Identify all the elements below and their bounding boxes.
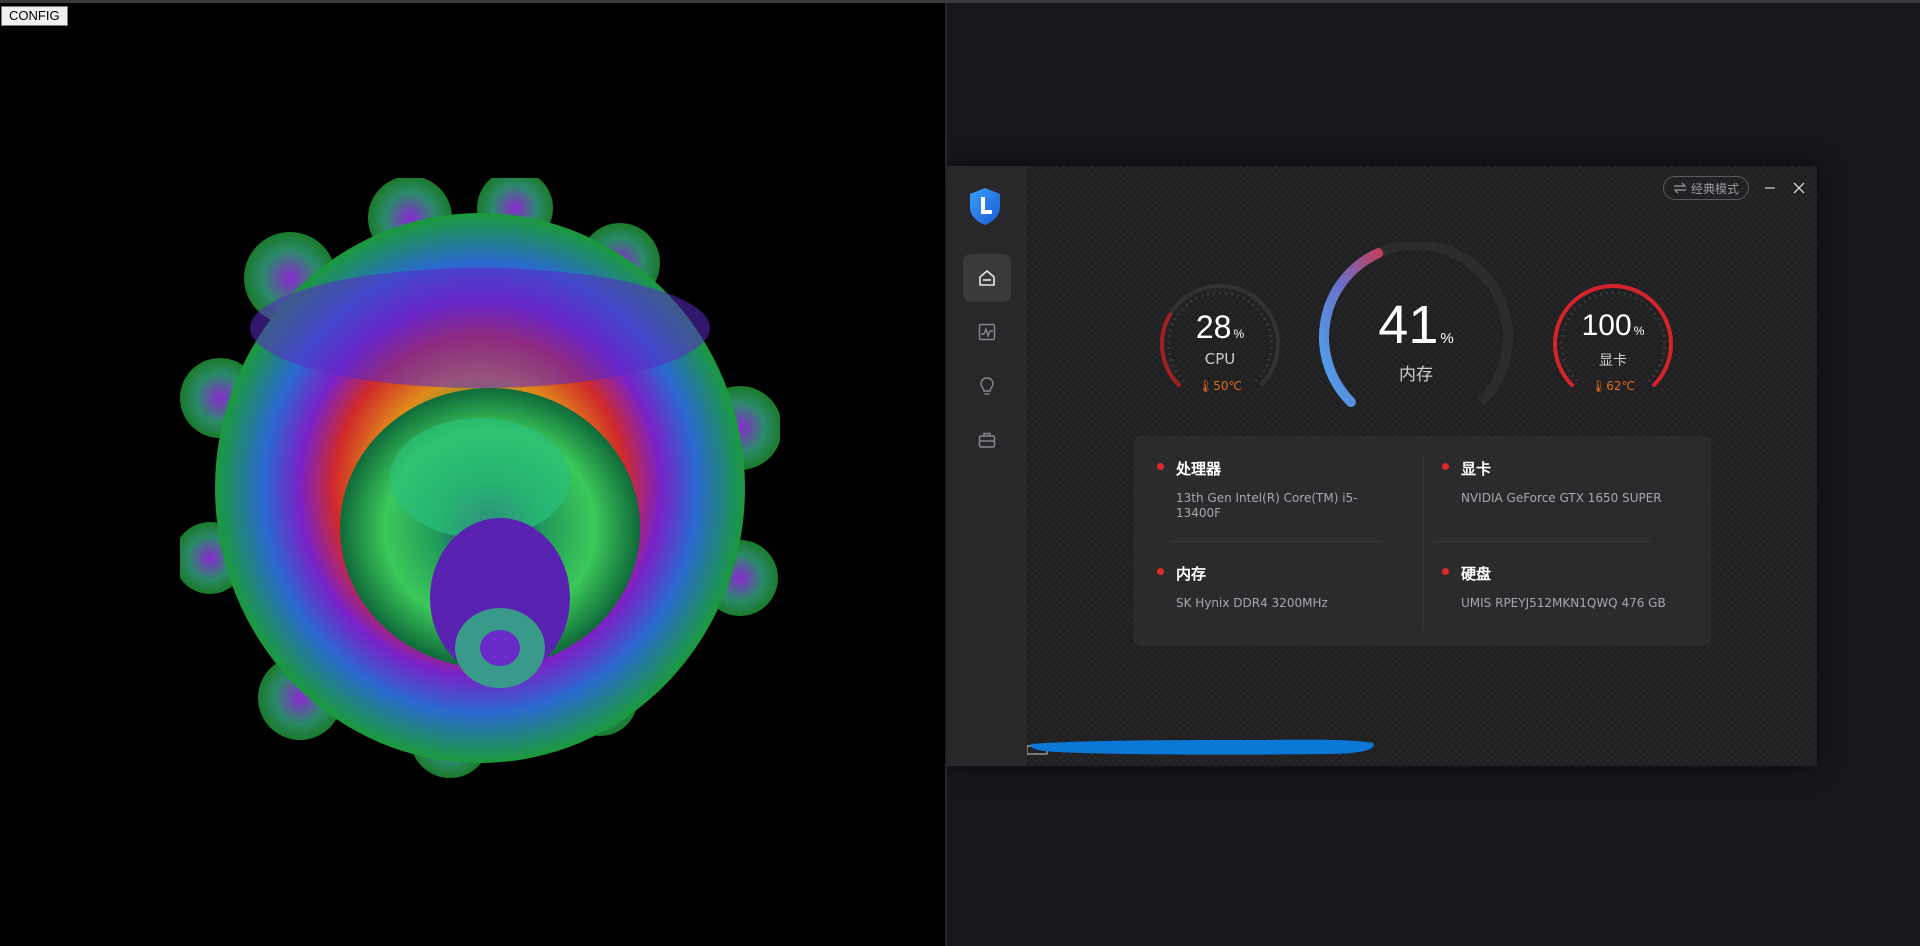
classic-mode-label: 经典模式 xyxy=(1690,181,1739,196)
thermometer-icon: 🌡︎ xyxy=(1198,379,1214,393)
processor-title: 处理器 xyxy=(1157,458,1417,479)
row-divider-left xyxy=(1171,541,1381,542)
processor-info: 处理器 13th Gen Intel(R) Core(TM) i5-13400F xyxy=(1157,458,1417,521)
home-icon xyxy=(979,270,995,286)
memory-usage-number: 41 xyxy=(1378,295,1439,355)
graphics-title: 显卡 xyxy=(1442,458,1702,479)
row-divider-right xyxy=(1433,541,1651,542)
nav-home[interactable] xyxy=(963,254,1011,302)
cpu-temperature: 🌡︎50℃ xyxy=(1146,379,1294,393)
memory-info: 内存 SK Hynix DDR4 3200MHz xyxy=(1157,563,1417,611)
gpu-temperature: 🌡︎62℃ xyxy=(1539,379,1687,393)
memory-usage-unit: % xyxy=(1440,330,1454,347)
graphics-title-text: 显卡 xyxy=(1461,460,1492,478)
memory-usage-value: 41% xyxy=(1311,294,1521,356)
cpu-usage-value: 28% xyxy=(1146,309,1294,346)
memory-value: SK Hynix DDR4 3200MHz xyxy=(1176,596,1328,610)
lightbulb-icon xyxy=(980,377,994,395)
close-icon xyxy=(1793,182,1805,194)
memory-gauge: 41% 内存 xyxy=(1311,242,1521,422)
graphics-value: NVIDIA GeForce GTX 1650 SUPER xyxy=(1461,491,1662,505)
hardware-info-panel: 处理器 13th Gen Intel(R) Core(TM) i5-13400F… xyxy=(1133,436,1711,646)
cpu-usage-unit: % xyxy=(1233,327,1245,341)
hardware-monitor-window: 经典模式 28% CPU 🌡︎50℃ 41 % 内存 100 % 显卡 🌡︎62… xyxy=(947,166,1817,766)
activity-chart-icon xyxy=(978,323,996,341)
memory-label: 内存 xyxy=(1399,365,1433,385)
fractal-image xyxy=(180,178,780,778)
status-dot xyxy=(1442,568,1449,575)
close-button[interactable] xyxy=(1787,176,1811,200)
processor-value: 13th Gen Intel(R) Core(TM) i5-13400F xyxy=(1176,491,1358,520)
disk-title: 硬盘 xyxy=(1442,563,1702,584)
minimize-icon xyxy=(1765,187,1775,189)
redaction-mark xyxy=(1027,739,1374,755)
status-dot xyxy=(1157,568,1164,575)
gpu-usage-unit: % xyxy=(1633,324,1645,338)
disk-title-text: 硬盘 xyxy=(1461,565,1492,583)
gpu-temperature-value: 62℃ xyxy=(1606,379,1635,393)
graphics-info: 显卡 NVIDIA GeForce GTX 1650 SUPER xyxy=(1442,458,1702,506)
disk-info: 硬盘 UMIS RPEYJ512MKN1QWQ 476 GB xyxy=(1442,563,1702,611)
cpu-gauge: 28% CPU 🌡︎50℃ xyxy=(1146,276,1294,396)
nav-lighting[interactable] xyxy=(963,362,1011,410)
memory-title: 内存 xyxy=(1157,563,1417,584)
gpu-usage-value: 100% xyxy=(1539,309,1687,343)
thermometer-icon: 🌡︎ xyxy=(1591,379,1607,393)
fractal-render-pane[interactable]: CONFIG xyxy=(0,3,945,946)
toolbox-icon xyxy=(978,432,996,448)
nav-toolbox[interactable] xyxy=(963,416,1011,464)
processor-title-text: 处理器 xyxy=(1176,460,1222,478)
gpu-gauge: 100% 显卡 🌡︎62℃ xyxy=(1539,276,1687,396)
status-dot xyxy=(1157,463,1164,470)
disk-value: UMIS RPEYJ512MKN1QWQ 476 GB xyxy=(1461,596,1666,610)
cpu-usage-number: 28 xyxy=(1195,309,1232,345)
sidebar xyxy=(947,166,1027,766)
memory-title-text: 内存 xyxy=(1176,565,1207,583)
minimize-button[interactable] xyxy=(1758,176,1782,200)
swap-icon xyxy=(1673,182,1687,194)
classic-mode-button[interactable]: 经典模式 xyxy=(1663,176,1749,200)
column-divider xyxy=(1423,456,1424,628)
status-dot xyxy=(1442,463,1449,470)
gpu-usage-number: 100 xyxy=(1581,309,1632,342)
cpu-label: CPU xyxy=(1204,350,1236,368)
gpu-label: 显卡 xyxy=(1599,353,1627,369)
nav-monitor[interactable] xyxy=(963,308,1011,356)
cpu-temperature-value: 50℃ xyxy=(1213,379,1242,393)
app-logo-icon xyxy=(970,188,1000,225)
config-button[interactable]: CONFIG xyxy=(1,6,68,26)
